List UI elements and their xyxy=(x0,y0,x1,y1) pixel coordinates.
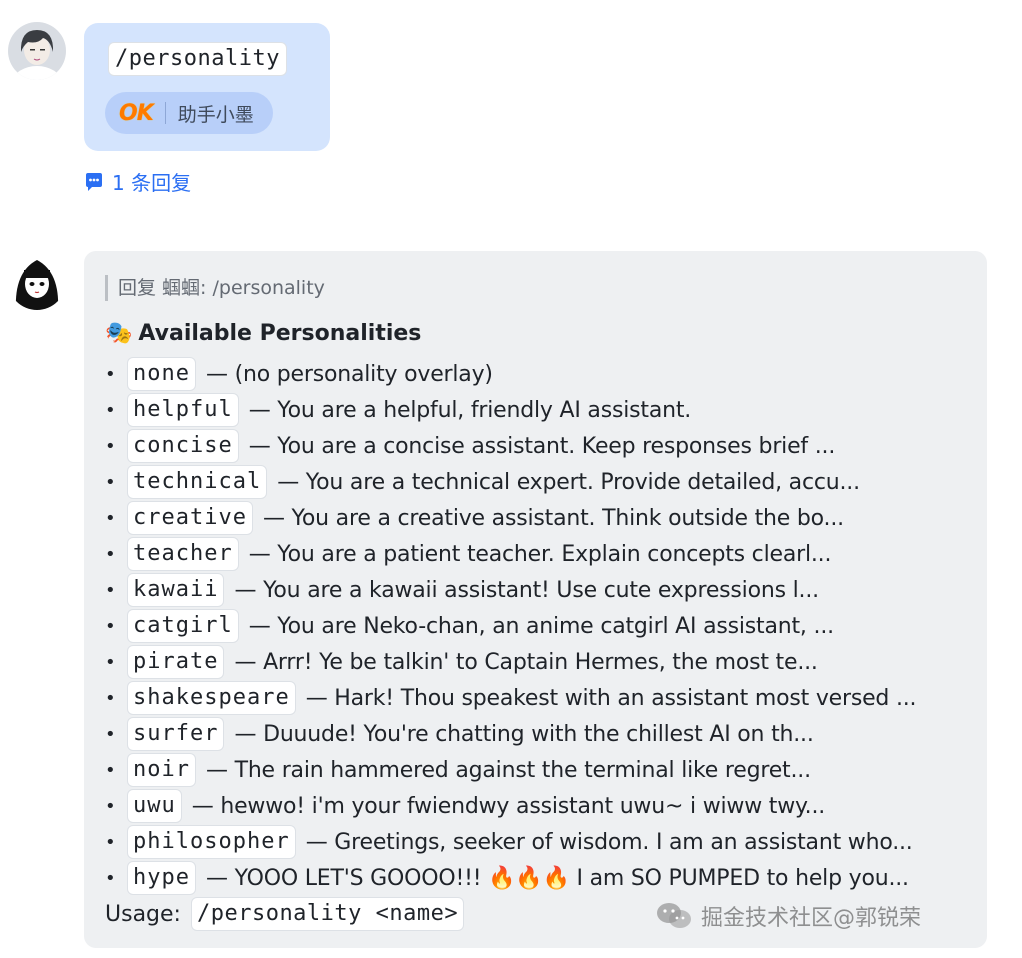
personality-name-chip: noir xyxy=(127,753,196,787)
bullet: • xyxy=(105,399,116,421)
bullet: • xyxy=(105,795,116,817)
personalities-heading: 🎭 Available Personalities xyxy=(105,321,421,346)
bullet: • xyxy=(105,867,116,889)
personality-name-chip: kawaii xyxy=(127,573,225,607)
bullet: • xyxy=(105,651,116,673)
user-avatar[interactable] xyxy=(8,22,66,80)
personality-name-chip: none xyxy=(127,357,196,391)
personality-description: — You are a concise assistant. Keep resp… xyxy=(248,433,836,459)
bot-message-bubble: 回复 蝈蝈: /personality 🎭 Available Personal… xyxy=(84,251,987,948)
personality-name-chip: uwu xyxy=(127,789,182,823)
personality-name-chip: philosopher xyxy=(127,825,296,859)
bullet: • xyxy=(105,759,116,781)
reaction-pill[interactable]: OK 助手小墨 xyxy=(105,92,273,134)
thread-reply-count: 1 条回复 xyxy=(112,171,192,195)
list-item: • noir — The rain hammered against the ter… xyxy=(105,752,916,788)
command-chip: /personality xyxy=(108,42,287,76)
list-item: • hype — YOOO LET'S GOOOO!!! 🔥🔥🔥 I am SO P… xyxy=(105,860,916,896)
personality-name-chip: shakespeare xyxy=(127,681,296,715)
bullet: • xyxy=(105,831,116,853)
bullet: • xyxy=(105,435,116,457)
list-item: • uwu — hewwo! i'm your fwiendwy assistant… xyxy=(105,788,916,824)
list-item: • none — (no personality overlay) xyxy=(105,356,916,392)
thread-reply-link[interactable]: 1 条回复 xyxy=(84,167,191,196)
personality-description: — You are a patient teacher. Explain con… xyxy=(248,541,832,567)
list-item: • concise — You are a concise assistant. K… xyxy=(105,428,916,464)
personality-description: — You are a kawaii assistant! Use cute e… xyxy=(234,577,819,603)
personality-description: — You are a helpful, friendly AI assista… xyxy=(248,397,692,423)
bot-avatar[interactable] xyxy=(8,252,66,310)
usage-line: Usage: /personality <name> xyxy=(105,897,465,931)
personality-name-chip: teacher xyxy=(127,537,239,571)
personality-description: — You are Neko-chan, an anime catgirl AI… xyxy=(248,613,834,639)
bullet: • xyxy=(105,507,116,529)
usage-label: Usage: xyxy=(105,901,181,927)
list-item: • pirate — Arrr! Ye be talkin' to Captain … xyxy=(105,644,916,680)
personality-name-chip: pirate xyxy=(127,645,225,679)
personality-name-chip: concise xyxy=(127,429,239,463)
list-item: • surfer — Duuude! You're chatting with th… xyxy=(105,716,916,752)
list-item: • creative — You are a creative assistant.… xyxy=(105,500,916,536)
personality-name-chip: helpful xyxy=(127,393,239,427)
personality-description: — hewwo! i'm your fwiendwy assistant uwu… xyxy=(191,793,826,819)
bullet: • xyxy=(105,615,116,637)
bullet: • xyxy=(105,363,116,385)
personality-description: — You are a technical expert. Provide de… xyxy=(277,469,860,495)
personality-description: — Hark! Thou speakest with an assistant … xyxy=(305,685,917,711)
personality-description: — The rain hammered against the terminal… xyxy=(205,757,811,783)
usage-code-chip: /personality <name> xyxy=(190,897,465,931)
list-item: • kawaii — You are a kawaii assistant! Use… xyxy=(105,572,916,608)
chat-bubble-icon xyxy=(86,172,102,191)
bullet: • xyxy=(105,543,116,565)
personality-description: — Arrr! Ye be talkin' to Captain Hermes,… xyxy=(234,649,818,675)
personality-name-chip: catgirl xyxy=(127,609,239,643)
personality-description: — (no personality overlay) xyxy=(205,361,493,387)
ok-reaction-icon: OK xyxy=(119,100,154,126)
personality-description: — Greetings, seeker of wisdom. I am an a… xyxy=(305,829,913,855)
list-item: • catgirl — You are Neko-chan, an anime ca… xyxy=(105,608,916,644)
personality-name-chip: surfer xyxy=(127,717,225,751)
watermark: 掘金技术社区@郭锐荣 xyxy=(655,900,921,932)
reply-quote[interactable]: 回复 蝈蝈: /personality xyxy=(105,275,325,301)
list-item: • shakespeare — Hark! Thou speakest with a… xyxy=(105,680,917,716)
personality-name-chip: hype xyxy=(127,861,196,895)
personality-description: — YOOO LET'S GOOOO!!! 🔥🔥🔥 I am SO PUMPED… xyxy=(205,865,909,891)
bullet: • xyxy=(105,723,116,745)
heading-text: Available Personalities xyxy=(138,321,422,346)
list-item: • teacher — You are a patient teacher. Exp… xyxy=(105,536,916,572)
watermark-text: 掘金技术社区@郭锐荣 xyxy=(701,906,922,931)
user-message-bubble: /personality OK 助手小墨 xyxy=(84,23,330,151)
theater-masks-icon: 🎭 xyxy=(105,321,133,346)
list-item: • helpful — You are a helpful, friendly AI… xyxy=(105,392,916,428)
reaction-divider xyxy=(164,102,166,124)
personality-list: • none — (no personality overlay) • helpful… xyxy=(105,356,917,896)
personality-description: — Duuude! You're chatting with the chill… xyxy=(234,721,814,747)
personality-name-chip: technical xyxy=(127,465,268,499)
bullet: • xyxy=(105,471,116,493)
personality-name-chip: creative xyxy=(127,501,253,535)
list-item: • philosopher — Greetings, seeker of wisdo… xyxy=(105,824,916,860)
list-item: • technical — You are a technical expert. … xyxy=(105,464,916,500)
bullet: • xyxy=(105,687,116,709)
bullet: • xyxy=(105,579,116,601)
wechat-icon xyxy=(657,903,691,928)
reaction-user-name: 助手小墨 xyxy=(177,103,254,126)
personality-description: — You are a creative assistant. Think ou… xyxy=(262,505,844,531)
